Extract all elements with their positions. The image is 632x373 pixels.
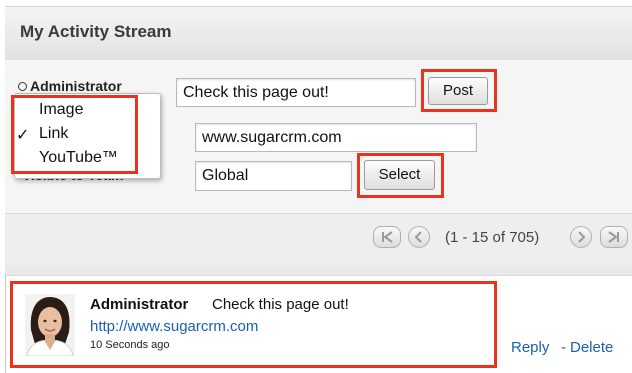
activity-link[interactable]: http://www.sugarcrm.com <box>90 318 258 335</box>
post-button[interactable]: Post <box>428 77 488 105</box>
user-icon <box>18 82 27 91</box>
menu-highlight <box>11 95 138 174</box>
reply-link[interactable]: Reply <box>511 339 549 356</box>
previous-page-button[interactable] <box>408 226 430 248</box>
first-page-icon <box>382 231 393 243</box>
panel-title: My Activity Stream <box>20 22 172 41</box>
delete-link[interactable]: Delete <box>570 339 613 356</box>
first-page-button[interactable] <box>373 226 401 248</box>
last-page-icon <box>608 231 619 243</box>
chevron-right-icon <box>578 231 586 243</box>
stream-divider <box>5 265 632 276</box>
team-input[interactable]: Global <box>195 161 352 191</box>
message-input[interactable]: Check this page out! <box>176 78 416 107</box>
last-page-button[interactable] <box>600 226 628 248</box>
post-as-user: Administrator <box>30 78 122 94</box>
action-separator: - <box>561 339 566 356</box>
avatar <box>25 294 75 356</box>
activity-message: Check this page out! <box>212 296 349 313</box>
activity-timestamp: 10 Seconds ago <box>90 339 170 351</box>
select-team-button[interactable]: Select <box>364 160 435 190</box>
next-page-button[interactable] <box>570 226 592 248</box>
activity-author[interactable]: Administrator <box>90 296 188 313</box>
chevron-left-icon <box>414 231 422 243</box>
pager-range: (1 - 15 of 705) <box>445 229 540 246</box>
link-url-input[interactable]: www.sugarcrm.com <box>195 123 477 152</box>
